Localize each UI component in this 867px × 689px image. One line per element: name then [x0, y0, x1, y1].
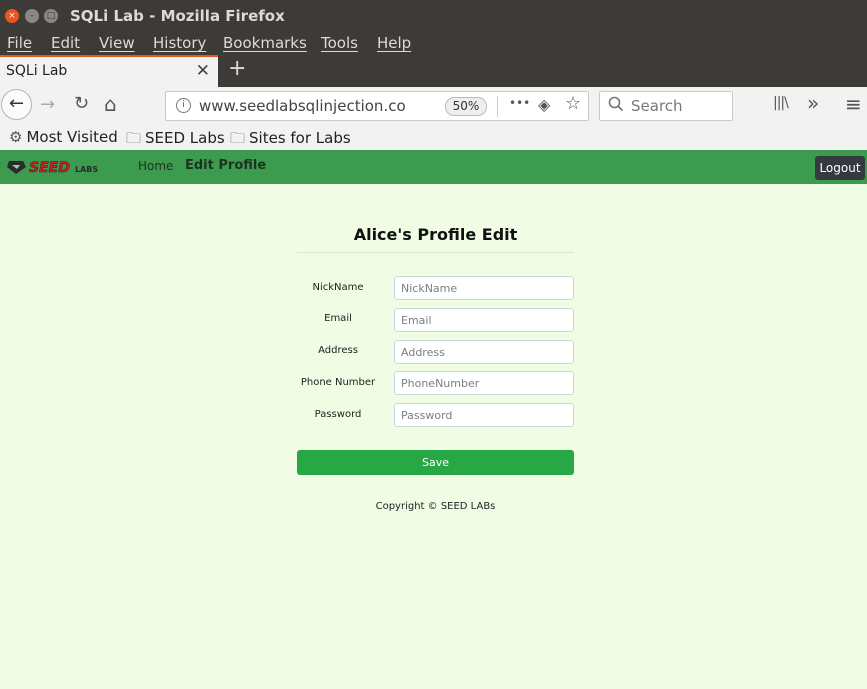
- search-icon: [608, 96, 624, 116]
- site-navbar: SEED LABS Home Edit Profile Logout: [0, 150, 867, 184]
- window-title: SQLi Lab - Mozilla Firefox: [70, 7, 285, 25]
- nickname-input[interactable]: [394, 276, 574, 300]
- menu-history[interactable]: History: [153, 34, 206, 52]
- bookmark-most-visited[interactable]: ⚙ Most Visited: [9, 128, 118, 146]
- nav-edit-profile-link[interactable]: Edit Profile: [185, 158, 266, 173]
- pocket-icon[interactable]: ◈: [538, 95, 550, 114]
- seed-labs-logo[interactable]: SEED LABS: [7, 158, 103, 176]
- bookmarks-toolbar: ⚙ Most Visited 🗀 SEED Labs 🗀 Sites for Labs: [0, 125, 867, 151]
- menu-view[interactable]: View: [99, 34, 135, 52]
- hamburger-menu-icon[interactable]: ≡: [845, 92, 862, 116]
- logout-button[interactable]: Logout: [815, 156, 865, 180]
- library-icon[interactable]: |||\: [773, 95, 789, 111]
- title-divider: [297, 252, 574, 253]
- home-button[interactable]: ⌂: [104, 92, 117, 116]
- gear-icon: ⚙: [9, 128, 23, 146]
- password-input[interactable]: [394, 403, 574, 427]
- window-close-button[interactable]: ×: [5, 9, 19, 23]
- bookmark-star-icon[interactable]: ☆: [565, 93, 581, 114]
- address-label: Address: [318, 345, 358, 356]
- page-actions-icon[interactable]: •••: [509, 96, 530, 110]
- reload-button[interactable]: ↻: [74, 93, 89, 114]
- url-text[interactable]: www.seedlabsqlinjection.com: [199, 97, 407, 115]
- folder-icon: 🗀: [230, 129, 246, 147]
- menu-tools[interactable]: Tools: [321, 34, 358, 52]
- window-maximize-button[interactable]: □: [44, 9, 58, 23]
- info-icon[interactable]: i: [176, 98, 191, 113]
- back-button[interactable]: ←: [1, 89, 32, 120]
- tab-close-icon[interactable]: ✕: [196, 61, 210, 81]
- window-titlebar: × – □ SQLi Lab - Mozilla Firefox: [0, 0, 867, 31]
- url-bar[interactable]: i www.seedlabsqlinjection.com 50% ••• ◈ …: [165, 91, 589, 121]
- window-minimize-button[interactable]: –: [25, 9, 39, 23]
- menu-bar: File Edit View History Bookmarks Tools H…: [0, 31, 867, 55]
- page-title: Alice's Profile Edit: [353, 225, 518, 244]
- email-label: Email: [324, 313, 352, 324]
- search-placeholder: Search: [631, 97, 683, 115]
- tab-label: SQLi Lab: [6, 63, 68, 79]
- logo-text-main: SEED: [29, 160, 70, 176]
- new-tab-button[interactable]: +: [228, 56, 246, 81]
- menu-file[interactable]: File: [7, 34, 32, 52]
- zoom-indicator[interactable]: 50%: [445, 97, 487, 116]
- bookmark-label: Sites for Labs: [249, 129, 351, 147]
- navigation-toolbar: ← → ↻ ⌂ i www.seedlabsqlinjection.com 50…: [0, 87, 867, 125]
- folder-icon: 🗀: [126, 129, 142, 147]
- save-button[interactable]: Save: [297, 450, 574, 475]
- forward-button[interactable]: →: [40, 94, 55, 115]
- url-divider: [497, 96, 498, 117]
- logo-text-sub: LABS: [75, 165, 98, 174]
- nickname-label: NickName: [312, 282, 364, 293]
- phone-number-label: Phone Number: [300, 377, 376, 388]
- copyright-text: Copyright © SEED LABs: [375, 501, 496, 512]
- overflow-chevron-icon[interactable]: »: [807, 91, 819, 115]
- search-box[interactable]: Search: [599, 91, 733, 121]
- menu-help[interactable]: Help: [377, 34, 411, 52]
- menu-edit[interactable]: Edit: [51, 34, 80, 52]
- tab-sqli-lab[interactable]: SQLi Lab ✕: [0, 55, 218, 87]
- email-input[interactable]: [394, 308, 574, 332]
- password-label: Password: [314, 409, 362, 420]
- phone-number-input[interactable]: [394, 371, 574, 395]
- menu-bookmarks[interactable]: Bookmarks: [223, 34, 307, 52]
- nav-home-link[interactable]: Home: [138, 159, 173, 173]
- tab-strip: SQLi Lab ✕ +: [0, 55, 867, 87]
- bookmark-label: Most Visited: [26, 128, 118, 146]
- bookmark-label: SEED Labs: [145, 129, 225, 147]
- address-input[interactable]: [394, 340, 574, 364]
